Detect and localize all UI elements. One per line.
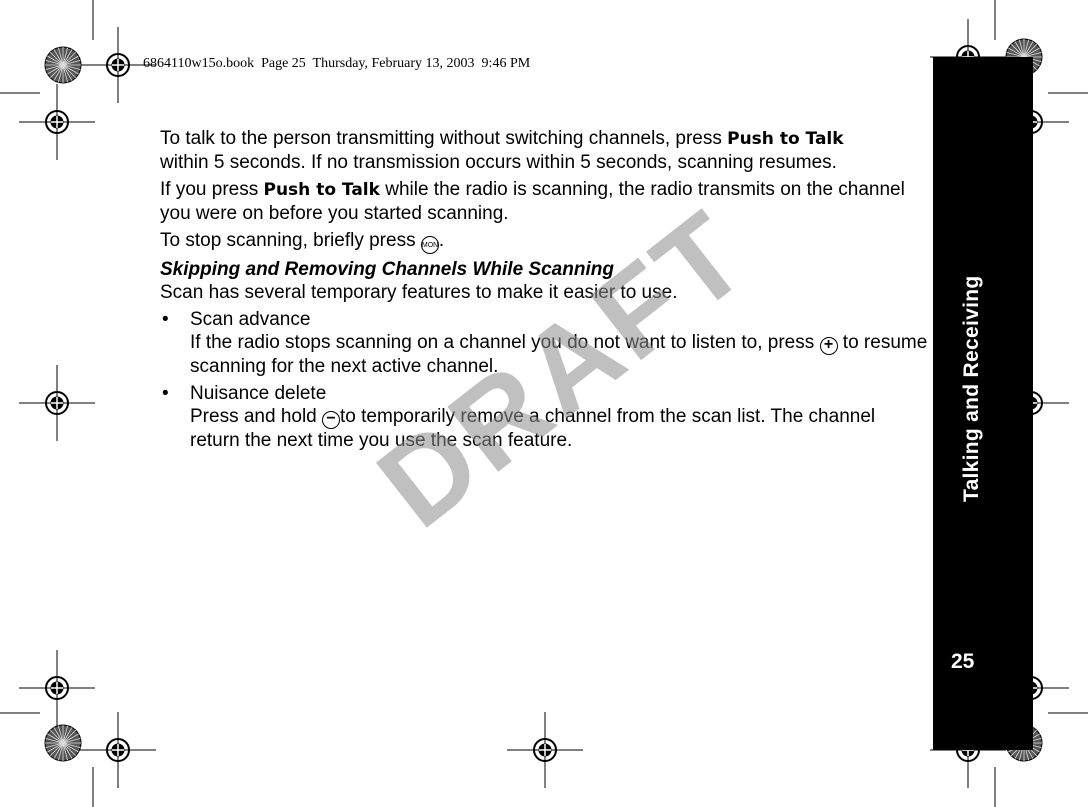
page-number: 25: [951, 650, 975, 673]
paragraph: To talk to the person transmitting witho…: [160, 128, 844, 173]
print-header: 6864110w15o.book Page 25 Thursday, Febru…: [143, 56, 531, 71]
key-name: Push to Talk: [263, 180, 380, 200]
mon-button-icon: MON: [420, 236, 439, 254]
list-item: • Scan advance If the radio stops scanni…: [162, 309, 928, 377]
paragraph: To stop scanning, briefly press MON.: [160, 229, 930, 254]
key-name: Push to Talk: [727, 129, 844, 149]
paragraph: Scan has several temporary features to m…: [160, 282, 678, 303]
section-heading: Skipping and Removing Channels While Sca…: [160, 259, 614, 280]
chapter-title: Talking and Receiving: [960, 275, 983, 502]
paragraph: If you press Push to Talk while the radi…: [160, 179, 905, 224]
list-item: • Nuisance delete Press and hold − to tem…: [162, 383, 876, 451]
bullet: •: [162, 383, 169, 404]
bullet: •: [162, 309, 169, 330]
minus-button-icon: −: [322, 411, 341, 429]
page-body: To talk to the person transmitting witho…: [160, 127, 930, 452]
plus-button-icon: +: [819, 337, 838, 355]
